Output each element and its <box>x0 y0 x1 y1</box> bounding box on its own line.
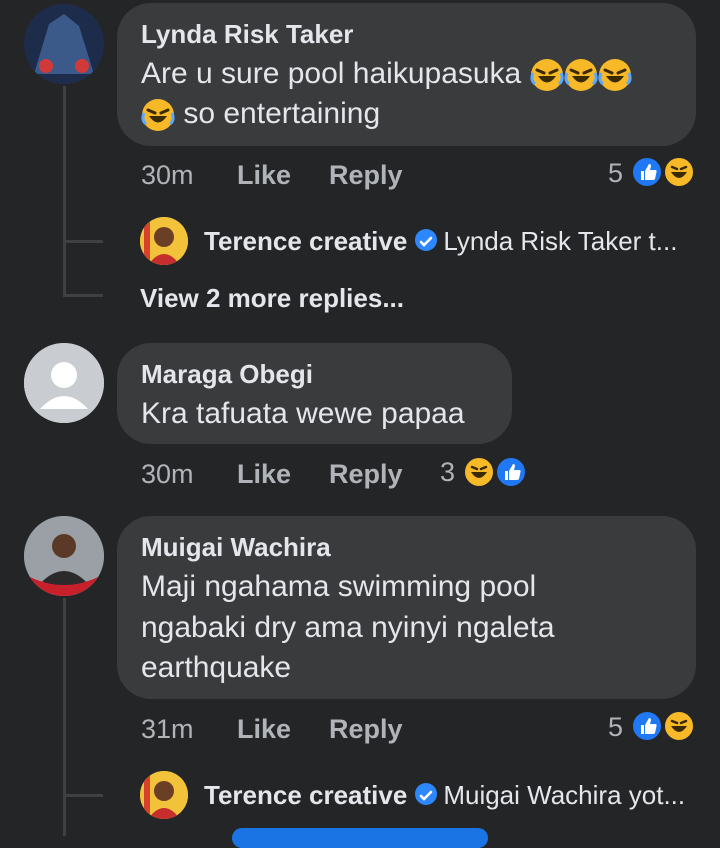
thread-line <box>63 598 66 836</box>
floating-action-button[interactable] <box>232 828 488 848</box>
reply-author[interactable]: Terence creative <box>204 780 407 810</box>
haha-reaction-icon <box>462 455 496 489</box>
reply-text: Muigai Wachira yot... <box>443 780 686 810</box>
haha-reaction-icon <box>662 155 696 189</box>
thread-line-branch <box>63 794 103 797</box>
like-reaction-icon <box>630 155 664 189</box>
reply-text: Lynda Risk Taker t... <box>443 226 678 256</box>
avatar[interactable] <box>24 343 104 423</box>
avatar[interactable] <box>140 771 188 819</box>
comment-text-line: Are u sure pool haikupasuka <box>141 57 522 90</box>
haha-reaction-icon <box>662 709 696 743</box>
comment-text: Are u sure pool haikupasuka <box>141 54 632 94</box>
comment-time: 30m <box>141 160 194 190</box>
avatar[interactable] <box>24 4 104 84</box>
like-label: Like <box>237 459 292 489</box>
comment-author[interactable]: Muigai Wachira <box>141 532 331 563</box>
rofl-emoji-icon <box>563 58 598 92</box>
like-button[interactable]: Like <box>237 160 291 191</box>
reaction-count[interactable]: 5 <box>608 158 623 189</box>
comment-author[interactable]: Lynda Risk Taker <box>141 19 353 50</box>
reply-preview[interactable]: Terence creative Lynda Risk Taker t... <box>204 226 677 257</box>
reaction-count[interactable]: 5 <box>608 712 623 743</box>
reply-label: Reply <box>329 714 403 744</box>
comment-author[interactable]: Maraga Obegi <box>141 359 313 390</box>
comment-text: ngabaki dry ama nyinyi ngaleta <box>141 611 555 644</box>
reply-button[interactable]: Reply <box>329 714 403 745</box>
verified-badge-icon <box>415 783 438 805</box>
reply-label: Reply <box>329 160 403 190</box>
reply-button[interactable]: Reply <box>329 160 403 191</box>
like-label: Like <box>237 160 292 190</box>
thread-line-branch <box>63 294 103 297</box>
verified-badge-icon <box>415 229 438 251</box>
like-button[interactable]: Like <box>237 459 291 490</box>
comment-time: 31m <box>141 714 194 744</box>
like-reaction-icon <box>630 709 664 743</box>
reply-button[interactable]: Reply <box>329 459 403 490</box>
reaction-count[interactable]: 3 <box>440 457 455 488</box>
rofl-emoji-icon <box>141 98 175 132</box>
avatar[interactable] <box>140 217 188 265</box>
reply-label: Reply <box>329 459 403 489</box>
comment-text: Kra tafuata wewe papaa <box>141 397 465 430</box>
comment-text-line: so entertaining <box>183 97 381 130</box>
comment-time: 30m <box>141 459 194 489</box>
comment-text: earthquake <box>141 651 292 684</box>
comment-text: so entertaining <box>141 94 380 134</box>
thread-line-branch <box>63 240 103 243</box>
view-more-replies-link[interactable]: View 2 more replies... <box>140 283 404 314</box>
rofl-emoji-icon <box>597 58 632 92</box>
avatar[interactable] <box>24 516 104 596</box>
rofl-emoji-icon <box>529 58 564 92</box>
like-label: Like <box>237 714 292 744</box>
reply-preview[interactable]: Terence creative Muigai Wachira yot... <box>204 780 685 811</box>
like-button[interactable]: Like <box>237 714 291 745</box>
thread-line <box>63 86 66 296</box>
reply-author[interactable]: Terence creative <box>204 226 407 256</box>
like-reaction-icon <box>494 455 528 489</box>
comment-text: Maji ngahama swimming pool <box>141 570 537 603</box>
